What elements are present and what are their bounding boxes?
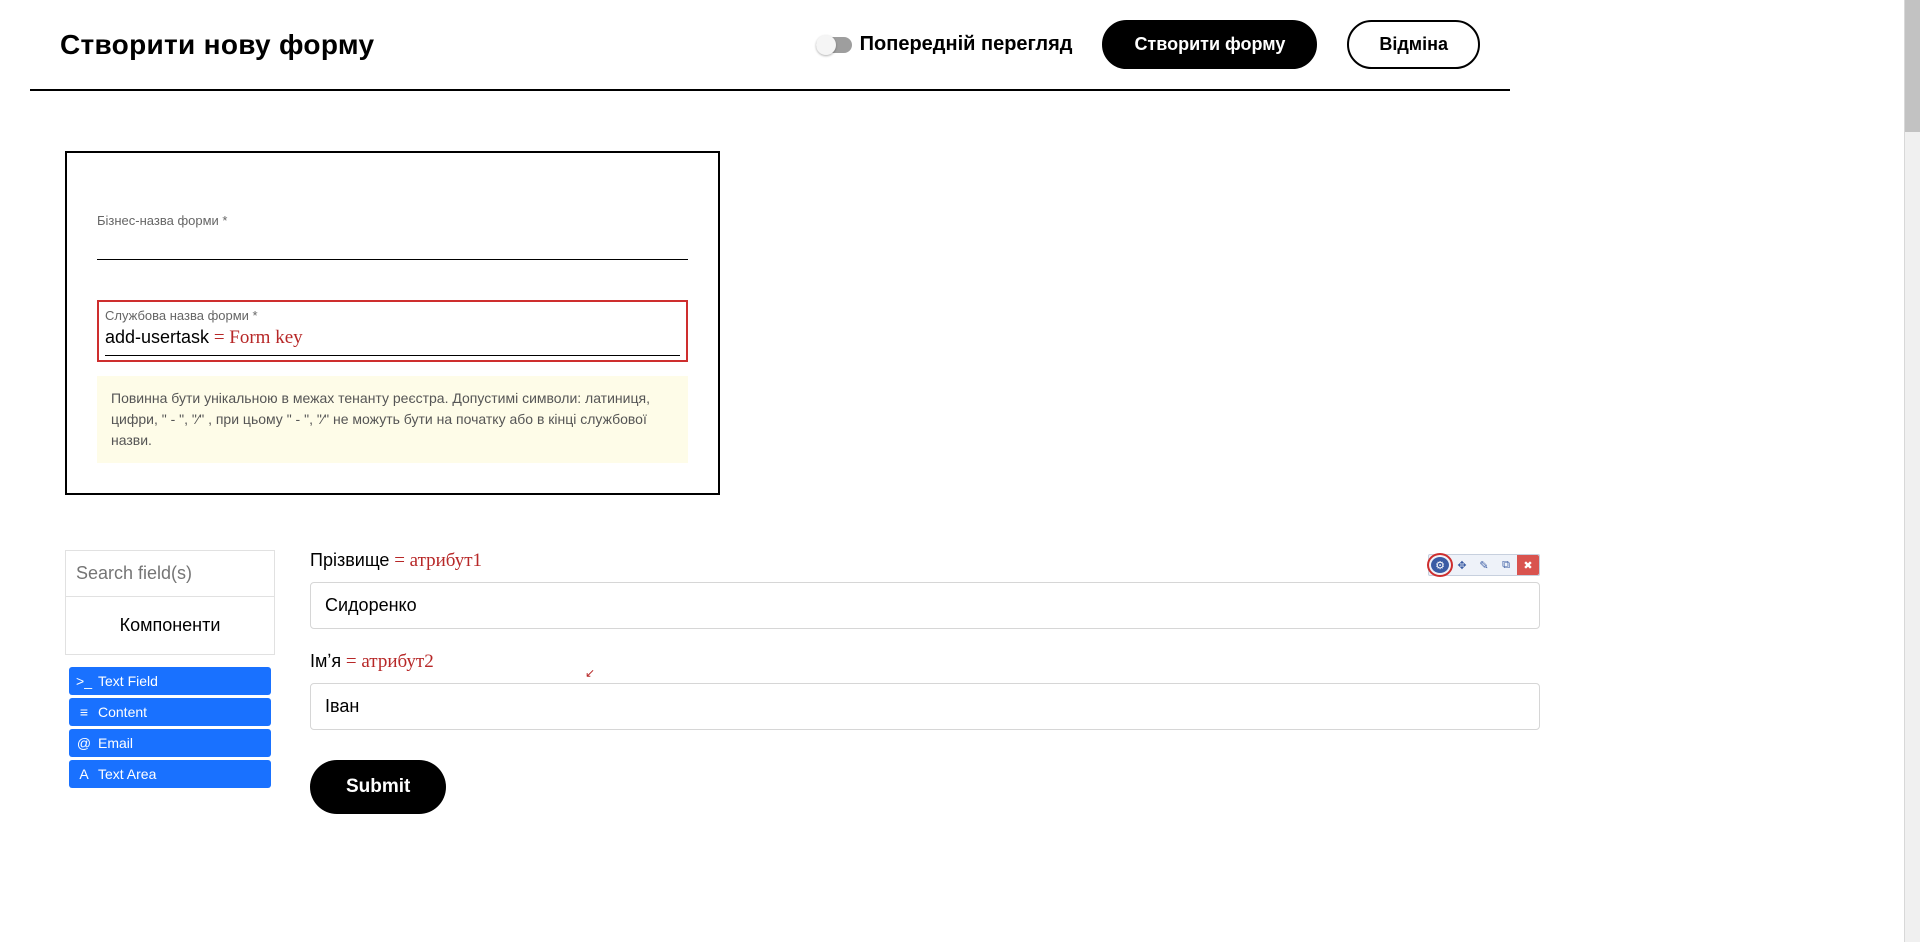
component-label: Email [98, 735, 133, 751]
sidebar-panel-title[interactable]: Компоненти [65, 597, 275, 655]
content-icon: ≡ [77, 704, 91, 720]
component-label: Text Field [98, 673, 158, 689]
component-label: Content [98, 704, 147, 720]
delete-button[interactable]: ✖ [1517, 555, 1539, 575]
business-name-input[interactable] [97, 232, 688, 253]
at-icon: @ [77, 735, 91, 751]
component-toolbar: ⚙ ✥ ✎ ⧉ ✖ [1428, 554, 1540, 576]
scrollbar[interactable] [1904, 0, 1920, 942]
edit-button[interactable]: ✎ [1473, 555, 1495, 575]
component-label: Text Area [98, 766, 156, 782]
form-metadata-panel: Бізнес-назва форми * Службова назва форм… [65, 151, 720, 495]
search-input[interactable] [76, 563, 264, 584]
textarea-icon: A [77, 766, 91, 782]
service-name-value[interactable]: add-usertask [105, 327, 209, 347]
attr2-annotation: = атрибут2 [341, 651, 434, 672]
service-name-highlight: Службова назва форми * add-usertask = Fo… [97, 300, 688, 362]
attr1-annotation: = атрибут1 [389, 550, 482, 571]
business-name-label: Бізнес-назва форми * [97, 213, 688, 228]
copy-button[interactable]: ⧉ [1495, 555, 1517, 575]
firstname-input[interactable] [310, 683, 1540, 730]
terminal-icon: >_ [77, 673, 91, 689]
submit-button[interactable]: Submit [310, 760, 446, 814]
form-canvas: ⚙ ✥ ✎ ⧉ ✖ Прізвище = атрибут1 Імʼя = атр… [310, 550, 1540, 814]
service-name-helper: Повинна бути унікальною в межах тенанту … [97, 376, 688, 463]
component-text-area[interactable]: A Text Area [69, 760, 271, 788]
move-button[interactable]: ✥ [1451, 555, 1473, 575]
lastname-input[interactable] [310, 582, 1540, 629]
service-name-label: Службова назва форми * [105, 308, 680, 323]
create-button[interactable]: Створити форму [1102, 20, 1317, 69]
component-email[interactable]: @ Email [69, 729, 271, 757]
preview-label: Попередній перегляд [860, 33, 1073, 56]
cursor-icon: ↙ [585, 666, 595, 680]
component-sidebar: Компоненти >_ Text Field ≡ Content @ Ema… [65, 550, 275, 814]
preview-toggle[interactable] [816, 37, 852, 53]
lastname-label: Прізвище [310, 550, 389, 570]
settings-button[interactable]: ⚙ [1431, 557, 1449, 573]
firstname-label: Імʼя [310, 651, 341, 671]
component-text-field[interactable]: >_ Text Field [69, 667, 271, 695]
cancel-button[interactable]: Відміна [1347, 20, 1480, 69]
page-title: Створити нову форму [60, 29, 374, 61]
scrollbar-thumb[interactable] [1905, 0, 1920, 132]
formkey-annotation: = Form key [209, 327, 303, 348]
component-content[interactable]: ≡ Content [69, 698, 271, 726]
